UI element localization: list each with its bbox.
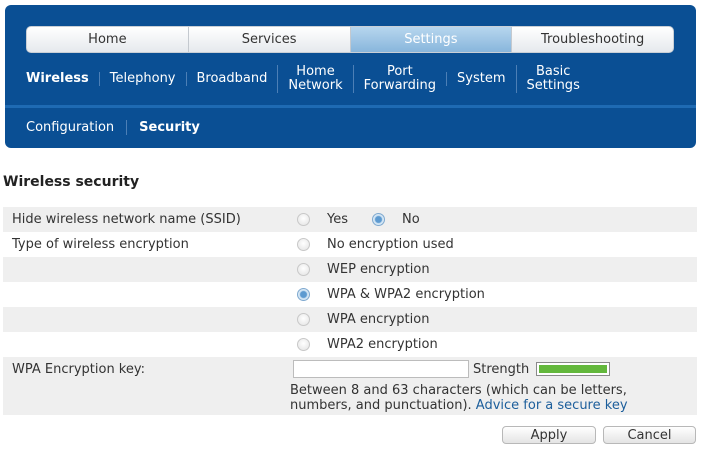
- hide-ssid-yes-radio[interactable]: [297, 213, 310, 226]
- key-help: Between 8 and 63 characters (which can b…: [3, 381, 697, 415]
- hide-ssid-row: Hide wireless network name (SSID) Yes No: [3, 207, 697, 232]
- encryption-key-row: WPA Encryption key: Strength: [3, 357, 697, 381]
- subnav-system[interactable]: System: [446, 72, 515, 86]
- encryption-wpa2-label: WPA2 encryption: [327, 337, 438, 352]
- apply-button[interactable]: Apply: [502, 426, 596, 444]
- main-tabs: Home Services Settings Troubleshooting: [26, 26, 674, 53]
- subnav-configuration[interactable]: Configuration: [21, 120, 126, 135]
- encryption-none-radio[interactable]: [297, 238, 310, 251]
- tab-home[interactable]: Home: [27, 27, 189, 52]
- encryption-key-label: WPA Encryption key:: [12, 361, 146, 377]
- subnav-home-network[interactable]: Home Network: [277, 65, 352, 93]
- subnav-wireless[interactable]: Wireless: [21, 72, 99, 86]
- subnav-port-forwarding[interactable]: Port Forwarding: [352, 65, 446, 93]
- hide-ssid-label: Hide wireless network name (SSID): [12, 212, 241, 227]
- subnav-security[interactable]: Security: [126, 119, 212, 135]
- strength-meter-fill: [539, 365, 607, 373]
- encryption-none-label: No encryption used: [327, 237, 454, 252]
- subnav-broadband[interactable]: Broadband: [185, 72, 278, 86]
- encryption-label: Type of wireless encryption: [12, 237, 189, 252]
- hide-ssid-yes-label: Yes: [327, 212, 348, 227]
- encryption-row: WPA & WPA2 encryption: [3, 282, 697, 307]
- encryption-wep-label: WEP encryption: [327, 262, 430, 277]
- encryption-wpa-label: WPA encryption: [327, 312, 430, 327]
- secure-key-advice-link[interactable]: Advice for a secure key: [476, 398, 628, 413]
- strength-label: Strength: [473, 361, 530, 377]
- encryption-row: WPA encryption: [3, 307, 697, 332]
- page-title: Wireless security: [3, 174, 140, 190]
- hide-ssid-no-label: No: [402, 212, 420, 227]
- wireless-subnav: Configuration Security: [21, 117, 212, 137]
- tab-services[interactable]: Services: [189, 27, 351, 52]
- encryption-row: WEP encryption: [3, 257, 697, 282]
- encryption-wep-radio[interactable]: [297, 263, 310, 276]
- tab-settings[interactable]: Settings: [350, 27, 513, 52]
- subnav-basic-settings[interactable]: Basic Settings: [515, 65, 590, 93]
- encryption-row: WPA2 encryption: [3, 332, 697, 357]
- settings-subnav: Wireless Telephony Broadband Home Networ…: [21, 63, 590, 95]
- encryption-wpa-radio[interactable]: [297, 313, 310, 326]
- tab-troubleshooting[interactable]: Troubleshooting: [512, 27, 673, 52]
- encryption-wpa-wpa2-label: WPA & WPA2 encryption: [327, 287, 485, 302]
- encryption-key-input[interactable]: [293, 360, 469, 378]
- encryption-wpa2-radio[interactable]: [297, 338, 310, 351]
- key-help-text: Between 8 and 63 characters (which can b…: [290, 383, 690, 413]
- subnav-telephony[interactable]: Telephony: [98, 72, 186, 86]
- encryption-wpa-wpa2-radio[interactable]: [297, 288, 310, 301]
- strength-meter: [536, 362, 610, 376]
- encryption-row: Type of wireless encryption No encryptio…: [3, 232, 697, 257]
- header-divider: [5, 105, 696, 108]
- cancel-button[interactable]: Cancel: [603, 426, 696, 444]
- header-bar: Home Services Settings Troubleshooting W…: [5, 5, 696, 148]
- hide-ssid-no-radio[interactable]: [372, 213, 385, 226]
- security-form: Hide wireless network name (SSID) Yes No…: [3, 207, 697, 415]
